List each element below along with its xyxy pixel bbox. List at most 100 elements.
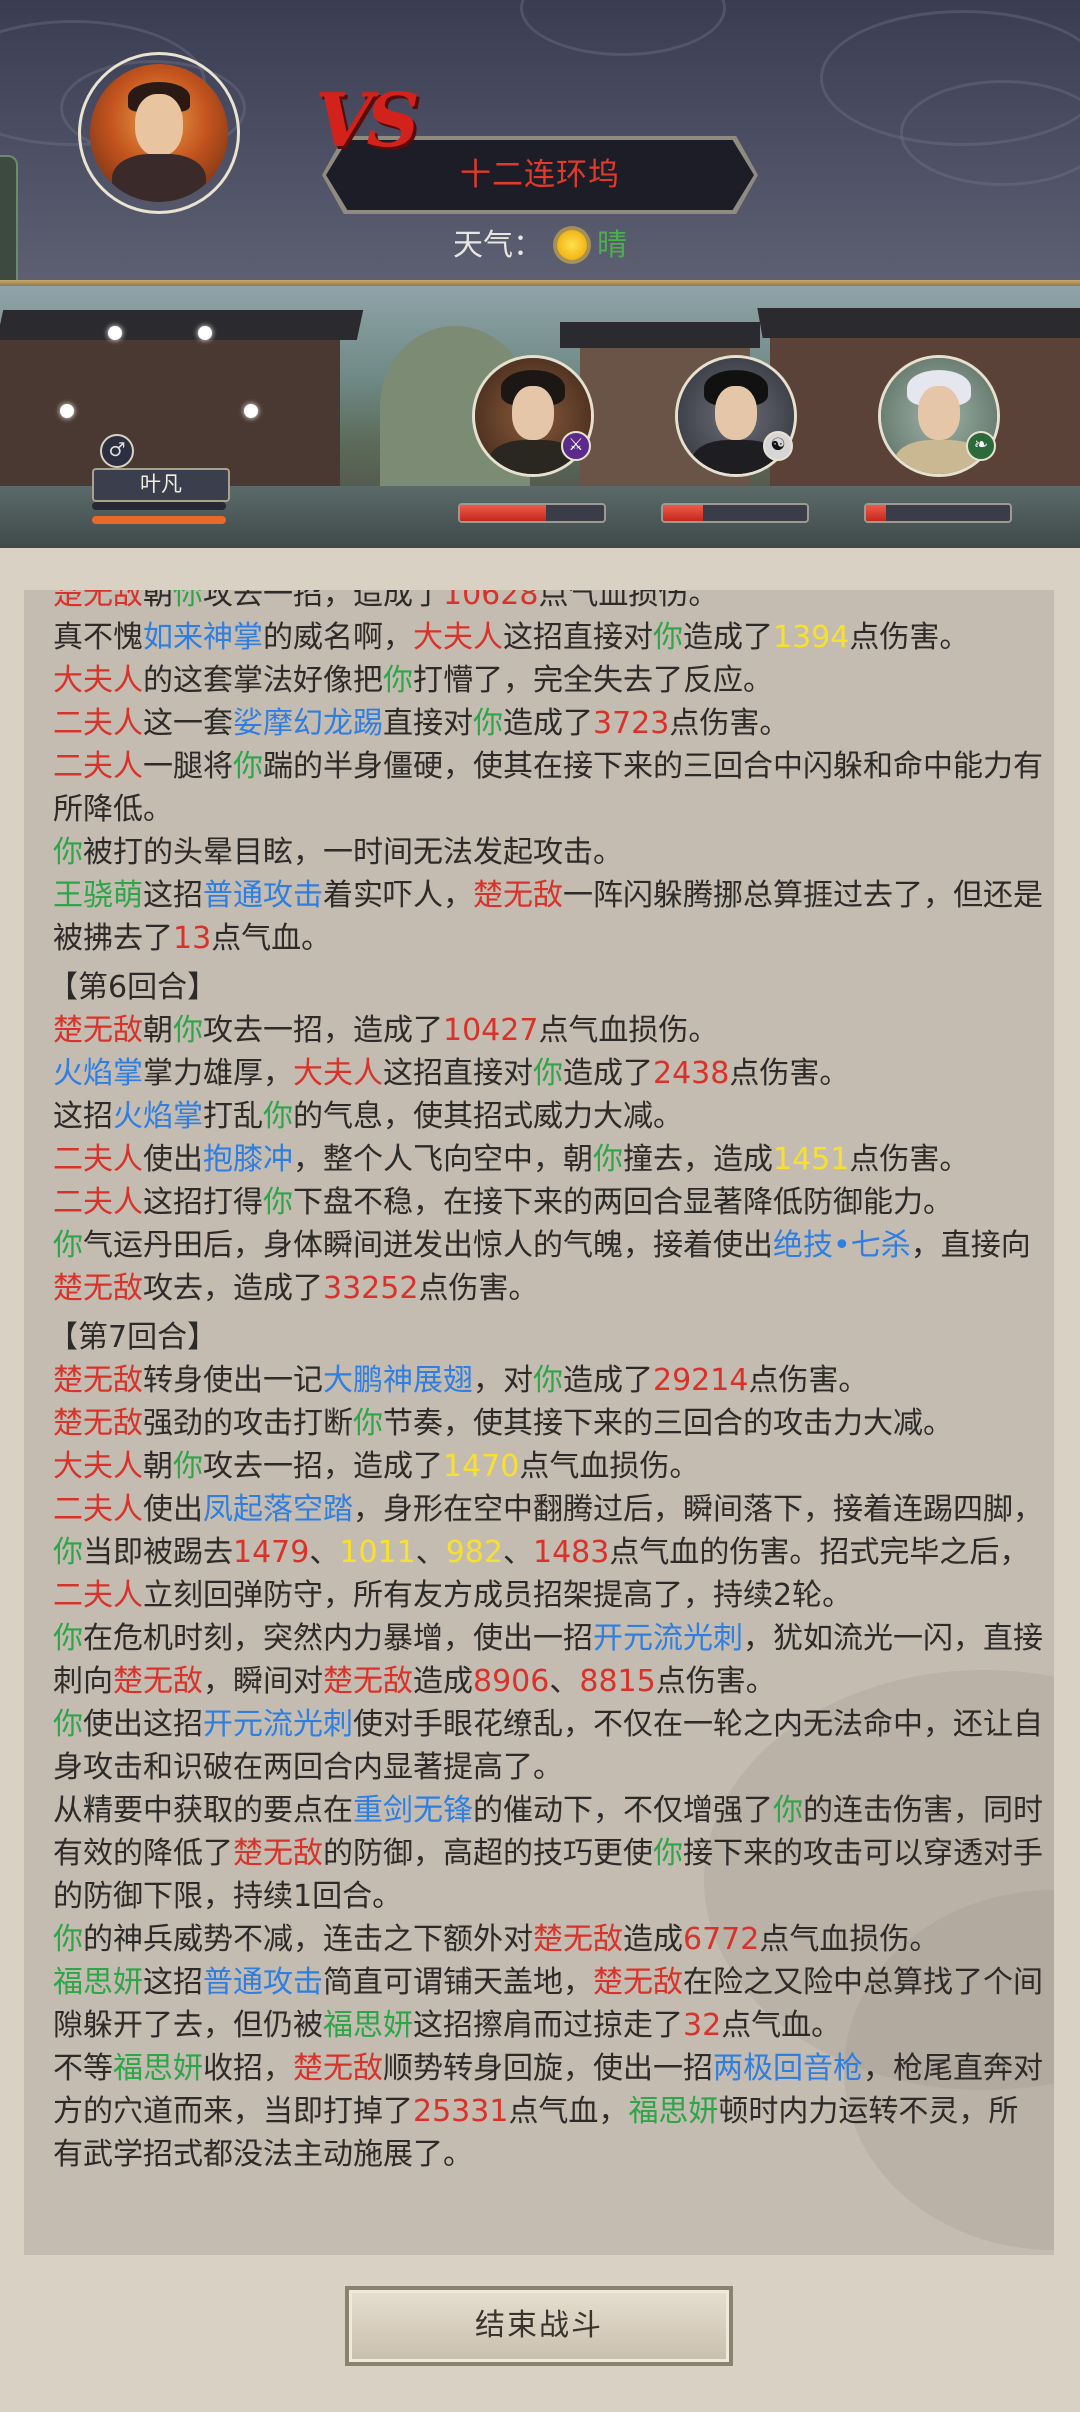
- log-text-segment: 、: [415, 1535, 446, 1570]
- log-text-segment: 点气血的伤害。招式完毕之后，: [609, 1535, 1030, 1570]
- log-text-segment: 下盘不稳，在接下来的两回合显著降低防御能力。: [293, 1185, 953, 1220]
- sparkle-orb: [60, 404, 74, 418]
- weather-row: 天气： 晴: [0, 220, 1080, 264]
- log-text-segment: 掌力雄厚，: [143, 1056, 293, 1091]
- sun-icon: [557, 230, 587, 260]
- log-text-segment: 大夫人: [293, 1056, 383, 1091]
- log-text-segment: 造成: [413, 1664, 473, 1699]
- round-header: 【第6回合】: [48, 966, 1043, 1009]
- log-text-segment: 1470: [443, 1449, 520, 1484]
- log-text-segment: 的神兵威势不减，连击之下额外对: [83, 1922, 533, 1957]
- log-text-segment: 33252: [323, 1271, 419, 1306]
- log-text-segment: 简直可谓铺天盖地，: [323, 1965, 593, 2000]
- log-text-segment: 在危机时刻，突然内力暴增，使出一招: [83, 1621, 593, 1656]
- log-text-segment: 二夫人: [53, 1185, 143, 1220]
- log-text-segment: 你: [53, 1621, 83, 1656]
- log-line: 这招火焰掌打乱你的气息，使其招式威力大减。: [53, 1095, 1043, 1138]
- log-text-segment: 使出: [143, 1492, 203, 1527]
- log-text-segment: 1479: [233, 1535, 310, 1570]
- log-line: 大夫人朝你攻去一招，造成了1470点气血损伤。: [53, 1445, 1043, 1488]
- log-text-segment: 1483: [532, 1535, 610, 1570]
- male-icon: ♂: [100, 434, 134, 468]
- log-line: 火焰掌掌力雄厚，大夫人这招直接对你造成了2438点伤害。: [53, 1052, 1043, 1095]
- log-text-segment: 当即被踢去: [83, 1535, 233, 1570]
- log-text-segment: 你: [263, 1099, 293, 1134]
- log-text-segment: 攻去一招，造成了: [203, 590, 443, 612]
- log-line: 你的神兵威势不减，连击之下额外对楚无敌造成6772点气血损伤。: [53, 1918, 1043, 1961]
- log-text-segment: 火焰掌: [113, 1099, 203, 1134]
- log-text-segment: 1011: [339, 1535, 416, 1570]
- log-text-segment: 被打的头晕目眩，一时间无法发起攻击。: [83, 835, 623, 870]
- log-text-segment: 点伤害。: [418, 1271, 539, 1306]
- log-line: 你在危机时刻，突然内力暴增，使出一招开元流光刺，犹如流光一闪，直接刺向楚无敌，瞬…: [53, 1617, 1043, 1703]
- log-text-segment: 你: [473, 706, 503, 741]
- player-hp-bar: [92, 516, 226, 524]
- log-text-segment: 你: [533, 1056, 563, 1091]
- sparkle-orb: [198, 326, 212, 340]
- log-text-segment: 点气血损伤。: [538, 590, 719, 612]
- log-text-segment: 你: [173, 590, 203, 612]
- log-text-segment: 火焰掌: [53, 1056, 143, 1091]
- log-text-segment: 3723: [593, 706, 670, 741]
- vs-emblem: VS: [315, 78, 420, 164]
- end-battle-button[interactable]: 结束战斗: [345, 2286, 733, 2366]
- log-text-segment: 撞去，造成: [623, 1142, 773, 1177]
- log-text-segment: 1394: [773, 620, 850, 655]
- log-line: 楚无敌强劲的攻击打断你节奏，使其接下来的三回合的攻击力大减。: [53, 1402, 1043, 1445]
- log-text-segment: 25331: [413, 2094, 509, 2129]
- log-text-segment: 点气血。: [211, 921, 332, 956]
- log-line: 楚无敌转身使出一记大鹏神展翅，对你造成了29214点伤害。: [53, 1359, 1043, 1402]
- log-text-segment: 大鹏神展翅: [323, 1363, 473, 1398]
- log-text-segment: ，整个人飞向空中，朝: [293, 1142, 593, 1177]
- log-text-segment: 点气血损伤。: [759, 1922, 940, 1957]
- log-text-segment: 这一套: [143, 706, 233, 741]
- log-text-segment: 造成: [623, 1922, 683, 1957]
- enemy-hp-fill-2: [663, 505, 704, 521]
- log-text-segment: 一腿将: [143, 749, 233, 784]
- log-text-segment: 楚无敌: [53, 1013, 143, 1048]
- log-text-segment: 点伤害。: [849, 620, 970, 655]
- log-text-segment: 福思妍: [113, 2051, 203, 2086]
- log-text-segment: 二夫人: [53, 706, 143, 741]
- yin-yang-icon: ☯: [763, 431, 793, 461]
- log-text-segment: 使出这招: [83, 1707, 203, 1742]
- log-line: 二夫人使出抱膝冲，整个人飞向空中，朝你撞去，造成1451点伤害。: [53, 1138, 1043, 1181]
- log-text-segment: 楚无敌: [293, 2051, 383, 2086]
- log-text-segment: 你: [53, 835, 83, 870]
- log-text-segment: 的这套掌法好像把: [143, 663, 383, 698]
- log-text-segment: 2438: [653, 1056, 730, 1091]
- background-roof: [560, 322, 760, 348]
- log-text-segment: 绝技•七杀: [773, 1228, 911, 1263]
- log-text-segment: 不等: [53, 2051, 113, 2086]
- log-text-segment: 你: [353, 1406, 383, 1441]
- log-line: 二夫人这一套娑摩幻龙踢直接对你造成了3723点伤害。: [53, 702, 1043, 745]
- log-line: 二夫人这招打得你下盘不稳，在接下来的两回合显著降低防御能力。: [53, 1181, 1043, 1224]
- player-avatar[interactable]: [90, 64, 228, 202]
- log-text-segment: 从精要中获取的要点在: [53, 1793, 353, 1828]
- log-text-segment: 的气息，使其招式威力大减。: [293, 1099, 683, 1134]
- log-text-segment: 你: [593, 1142, 623, 1177]
- log-text-segment: 抱膝冲: [203, 1142, 293, 1177]
- battle-log-panel[interactable]: 楚无敌朝你攻去一招，造成了10628点气血损伤。 真不愧如来神掌的威名啊，大夫人这…: [24, 590, 1054, 2255]
- background-roof: [757, 308, 1080, 338]
- log-text-segment: 【第6回合】: [48, 970, 218, 1005]
- log-line: 二夫人使出凤起落空踏，身形在空中翻腾过后，瞬间落下，接着连踢四脚，你当即被踢去1…: [53, 1488, 1043, 1617]
- log-line: 你被打的头晕目眩，一时间无法发起攻击。: [53, 831, 1043, 874]
- log-text-segment: 楚无敌: [53, 1363, 143, 1398]
- log-text-segment: 点气血。: [721, 2008, 842, 2043]
- log-text-segment: 这招打得: [143, 1185, 263, 1220]
- log-text-segment: ，直接向: [910, 1228, 1031, 1263]
- log-text-segment: 你: [173, 1013, 203, 1048]
- log-text-segment: 你: [383, 663, 413, 698]
- log-text-segment: 节奏，使其接下来的三回合的攻击力大减。: [383, 1406, 953, 1441]
- log-text-segment: 两极回音枪: [713, 2051, 863, 2086]
- log-text-segment: 开元流光刺: [593, 1621, 743, 1656]
- log-text-segment: 朝: [143, 1449, 173, 1484]
- log-text-segment: 这招直接对: [383, 1056, 533, 1091]
- log-text-segment: 10427: [443, 1013, 539, 1048]
- background-roof: [0, 310, 364, 340]
- log-text-segment: 福思妍: [323, 2008, 413, 2043]
- log-text-segment: 32: [683, 2008, 722, 2043]
- log-text-segment: 楚无敌: [473, 878, 563, 913]
- log-text-segment: 王骁萌: [53, 878, 143, 913]
